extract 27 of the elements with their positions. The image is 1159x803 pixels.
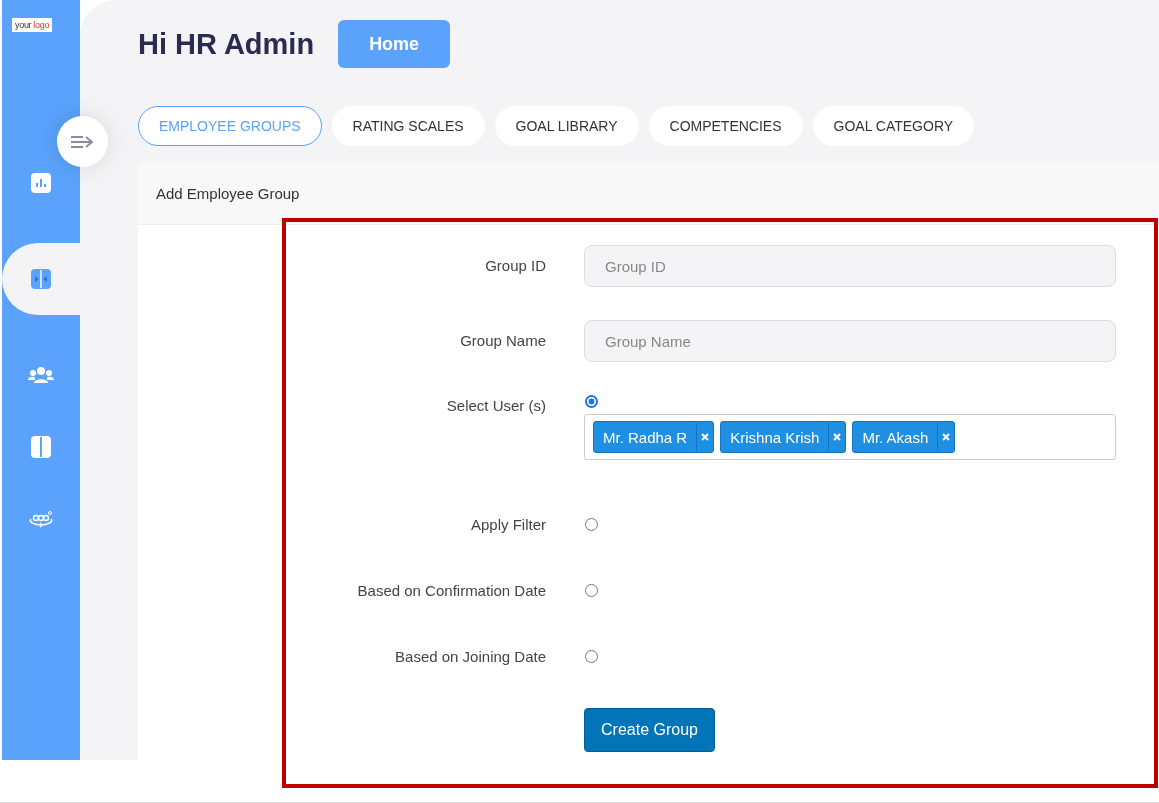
user-name: Mr. Radha R (602, 428, 689, 446)
radio-button[interactable] (585, 395, 598, 408)
create-group-button[interactable]: Create Group (584, 708, 715, 752)
input-field[interactable]: Group Name (584, 320, 1116, 362)
tab[interactable]: GOAL LIBRARY (494, 106, 639, 146)
book-icon (30, 435, 52, 459)
rotate-icon (28, 509, 54, 529)
field-label: Group Name (459, 331, 546, 349)
tab[interactable]: GOAL CATEGORY (812, 106, 975, 146)
bar-chart-icon (30, 172, 52, 194)
field-label: Apply Filter (469, 515, 546, 533)
people-icon (28, 365, 54, 385)
field-label: Select User (s) (445, 396, 546, 414)
logo: your logo (12, 18, 53, 32)
tab[interactable]: COMPETENCIES (648, 106, 803, 146)
user-name: Mr. Akash (861, 428, 930, 446)
tab[interactable]: RATING SCALES (331, 106, 485, 146)
sidebar-item[interactable] (2, 243, 80, 315)
split-icon (30, 268, 52, 290)
greeting-title: Hi HR Admin (138, 27, 315, 61)
field-label: Based on Joining Date (394, 647, 546, 665)
field-label: Group ID (484, 256, 546, 274)
field-label: Based on Confirmation Date (356, 581, 546, 599)
card-title: Add Employee Group (156, 184, 300, 202)
input-field[interactable]: Group ID (584, 245, 1116, 287)
user-name: Krishna Krish (729, 428, 821, 446)
arrow-icon (69, 133, 96, 150)
